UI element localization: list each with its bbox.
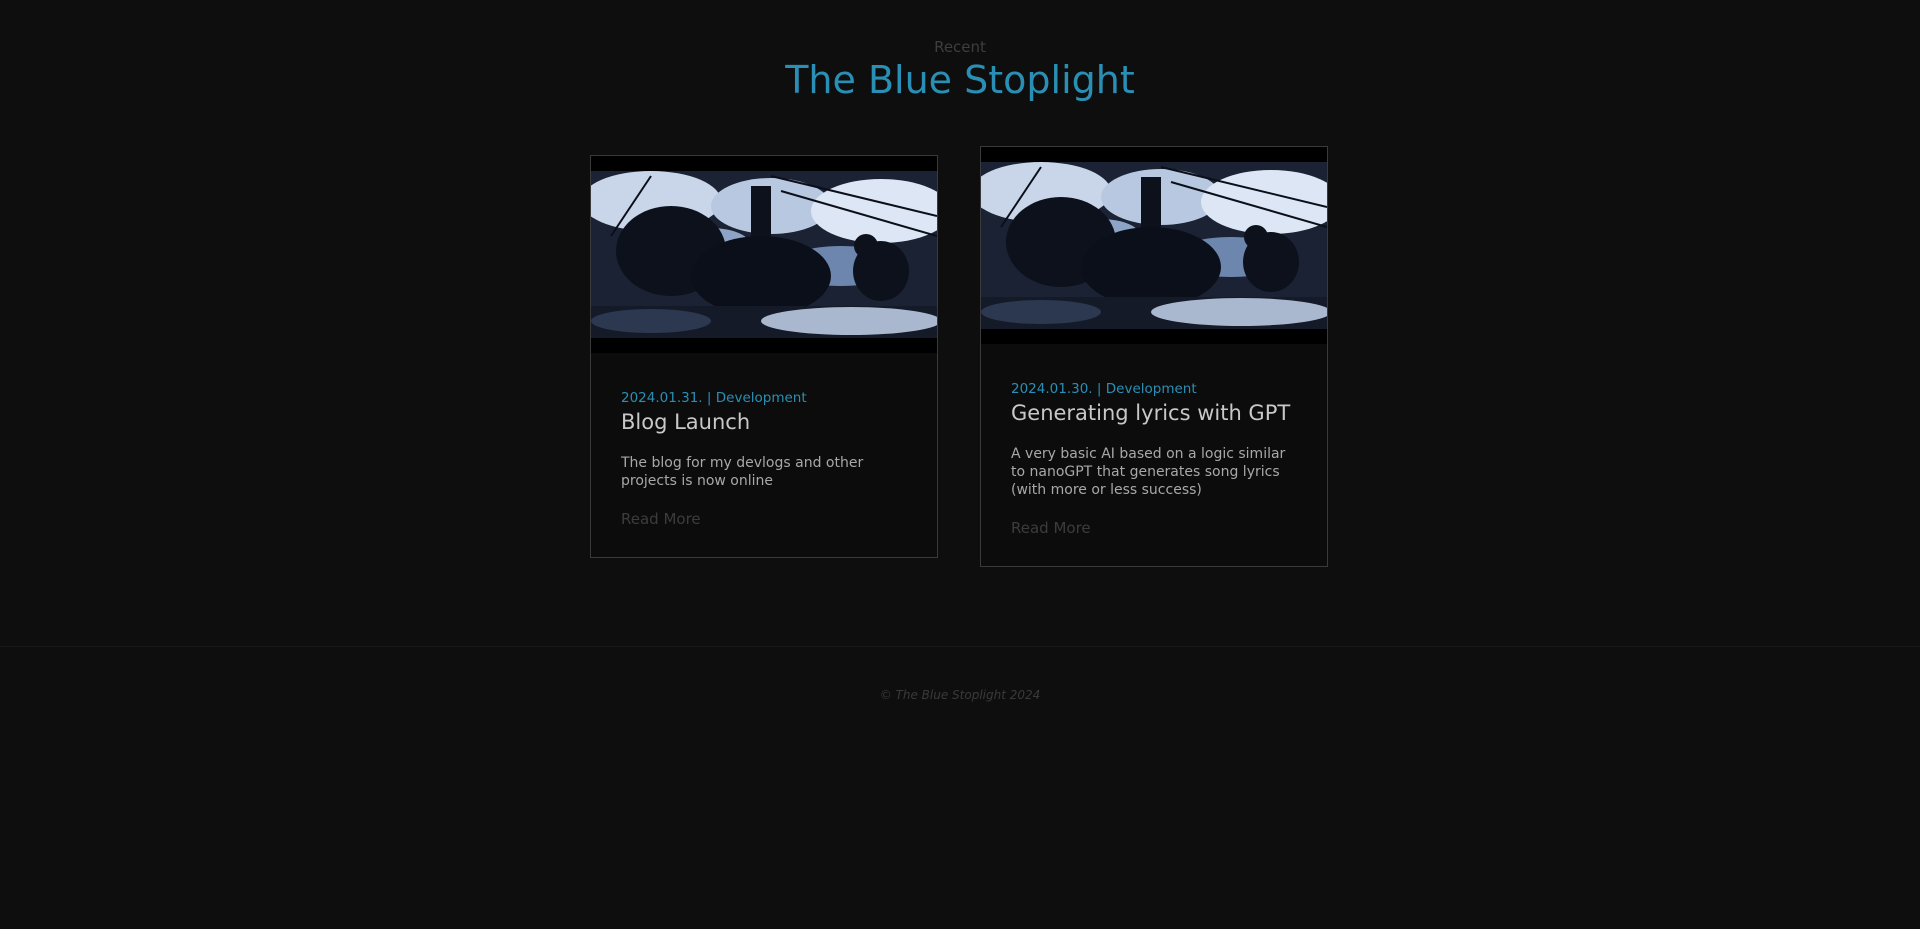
site-title[interactable]: The Blue Stoplight bbox=[0, 58, 1920, 102]
post-category[interactable]: Development bbox=[1106, 381, 1197, 397]
footer-copyright: © The Blue Stoplight 2024 bbox=[879, 688, 1041, 702]
post-meta: 2024.01.31. | Development bbox=[621, 390, 907, 406]
post-card[interactable]: 2024.01.31. | Development Blog Launch Th… bbox=[590, 155, 938, 558]
read-more-link[interactable]: Read More bbox=[1011, 519, 1091, 537]
post-card[interactable]: 2024.01.30. | Development Generating lyr… bbox=[980, 146, 1328, 567]
read-more-link[interactable]: Read More bbox=[621, 510, 701, 528]
section-eyebrow: Recent bbox=[934, 38, 986, 56]
post-title[interactable]: Blog Launch bbox=[621, 410, 907, 434]
footer-divider bbox=[0, 646, 1920, 647]
post-date: 2024.01.30. bbox=[1011, 381, 1093, 397]
meta-separator: | bbox=[706, 390, 712, 406]
post-excerpt: The blog for my devlogs and other projec… bbox=[621, 455, 864, 489]
post-title[interactable]: Generating lyrics with GPT bbox=[1011, 401, 1297, 425]
post-date: 2024.01.31. bbox=[621, 390, 703, 406]
post-thumbnail-illustration bbox=[591, 156, 937, 353]
page: Recent The Blue Stoplight 2024.01.31. | … bbox=[0, 0, 1920, 929]
meta-separator: | bbox=[1096, 381, 1102, 397]
post-thumbnail-illustration bbox=[981, 147, 1327, 344]
post-category[interactable]: Development bbox=[716, 390, 807, 406]
post-excerpt: A very basic AI based on a logic similar… bbox=[1011, 446, 1286, 498]
post-thumbnail[interactable] bbox=[591, 156, 937, 353]
post-thumbnail[interactable] bbox=[981, 147, 1327, 344]
post-meta: 2024.01.30. | Development bbox=[1011, 381, 1297, 397]
